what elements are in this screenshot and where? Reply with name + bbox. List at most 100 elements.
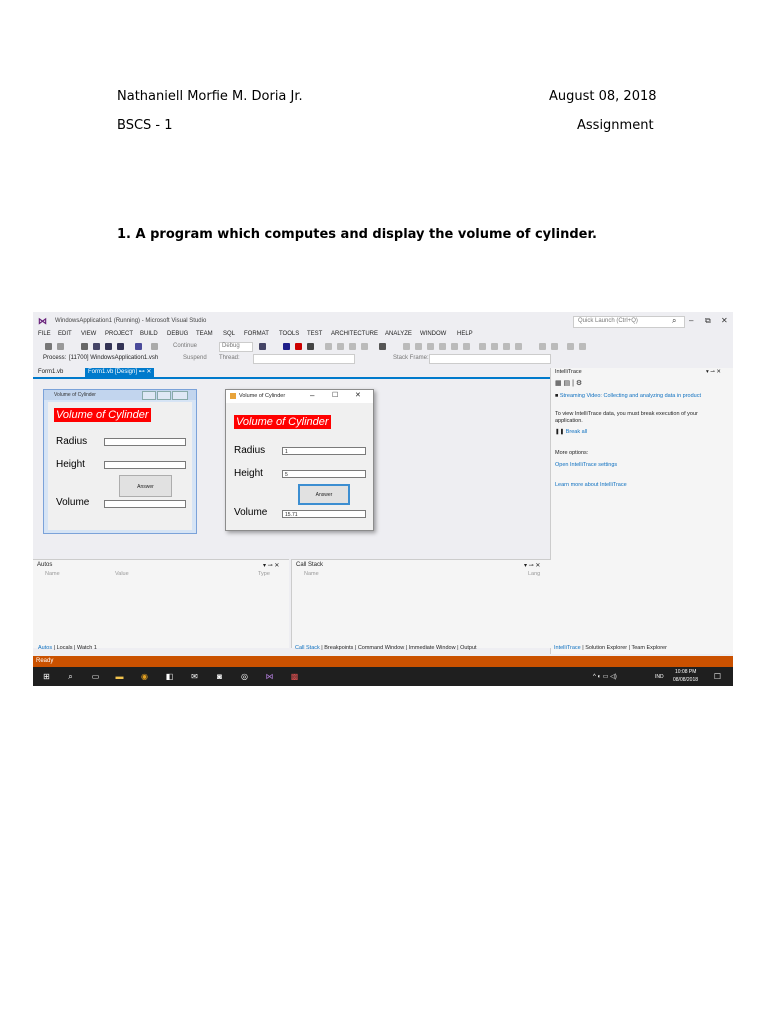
- callstack-pin-icon[interactable]: ▾ ⊸ ✕: [524, 562, 540, 569]
- camera-icon[interactable]: ◙: [215, 672, 224, 681]
- store-icon[interactable]: ◧: [165, 672, 174, 681]
- minimize-icon[interactable]: –: [310, 391, 314, 400]
- thread-select[interactable]: [253, 354, 355, 364]
- spacing-equal-icon[interactable]: [551, 343, 558, 350]
- vspacing-icon[interactable]: [567, 343, 574, 350]
- menu-format[interactable]: FORMAT: [244, 331, 269, 337]
- same-width-icon[interactable]: [479, 343, 486, 350]
- restore-icon[interactable]: ⧉: [705, 316, 711, 326]
- menu-build[interactable]: BUILD: [140, 331, 158, 337]
- language-indicator[interactable]: IND: [655, 674, 664, 680]
- design-volume-input[interactable]: [104, 500, 186, 508]
- stack-frame-select[interactable]: [429, 354, 551, 364]
- run-radius-input[interactable]: 1: [282, 447, 366, 455]
- suspend-button[interactable]: Suspend: [183, 355, 207, 361]
- menu-file[interactable]: FILE: [38, 331, 51, 337]
- menu-test[interactable]: TEST: [307, 331, 322, 337]
- design-radius-input[interactable]: [104, 438, 186, 446]
- tab-locals[interactable]: Locals: [57, 645, 73, 651]
- break-all-link[interactable]: ❚❚ Break all: [555, 429, 587, 435]
- menu-edit[interactable]: EDIT: [58, 331, 72, 337]
- learn-more-link[interactable]: Learn more about IntelliTrace: [555, 482, 627, 488]
- step-over-icon[interactable]: [349, 343, 356, 350]
- app-icon[interactable]: ▩: [290, 672, 299, 681]
- step-into-icon[interactable]: [337, 343, 344, 350]
- visual-studio-icon[interactable]: ⋈: [265, 672, 274, 681]
- tab-form1-design[interactable]: Form1.vb [Design] ⊷ ✕: [85, 368, 155, 377]
- tab-solution-explorer[interactable]: Solution Explorer: [585, 645, 627, 651]
- tab-watch[interactable]: Watch 1: [77, 645, 97, 651]
- tab-call-stack[interactable]: Call Stack: [295, 645, 320, 651]
- tools-icon[interactable]: [379, 343, 386, 350]
- step-out-icon[interactable]: [361, 343, 368, 350]
- panel-pin-icon[interactable]: ▾ ⊸ ✕: [706, 369, 721, 375]
- redo-icon[interactable]: [151, 343, 158, 350]
- size-grid-icon[interactable]: [515, 343, 522, 350]
- config-select[interactable]: Debug: [219, 342, 253, 352]
- vspacing-equal-icon[interactable]: [579, 343, 586, 350]
- restart-icon[interactable]: [307, 343, 314, 350]
- forward-icon[interactable]: [57, 343, 64, 350]
- tab-intellitrace[interactable]: IntelliTrace: [554, 645, 581, 651]
- tab-team-explorer[interactable]: Team Explorer: [631, 645, 666, 651]
- design-height-input[interactable]: [104, 461, 186, 469]
- autos-pin-icon[interactable]: ▾ ⊸ ✕: [263, 562, 279, 569]
- align-top-icon[interactable]: [439, 343, 446, 350]
- stop-icon[interactable]: [295, 343, 302, 350]
- menu-team[interactable]: TEAM: [196, 331, 213, 337]
- tab-breakpoints[interactable]: Breakpoints: [324, 645, 353, 651]
- break-all-icon[interactable]: [283, 343, 290, 350]
- align-icon[interactable]: [403, 343, 410, 350]
- menu-architecture[interactable]: ARCHITECTURE: [331, 331, 378, 337]
- task-view-icon[interactable]: ▭: [91, 672, 100, 681]
- close-icon[interactable]: ✕: [355, 391, 361, 399]
- search-icon[interactable]: ⌕: [66, 672, 75, 681]
- spacing-icon[interactable]: [539, 343, 546, 350]
- tab-immediate-window[interactable]: Immediate Window: [409, 645, 456, 651]
- menu-debug[interactable]: DEBUG: [167, 331, 188, 337]
- minimize-icon[interactable]: –: [689, 316, 693, 325]
- align-right-icon[interactable]: [427, 343, 434, 350]
- align-middle-icon[interactable]: [451, 343, 458, 350]
- undo-icon[interactable]: [135, 343, 142, 350]
- close-icon[interactable]: ✕: [721, 316, 728, 325]
- design-form[interactable]: Volume of Cylinder Volume of Cylinder Ra…: [43, 389, 197, 534]
- align-center-icon[interactable]: [415, 343, 422, 350]
- new-project-icon[interactable]: [81, 343, 88, 350]
- chrome-icon[interactable]: ◉: [140, 672, 149, 681]
- file-explorer-icon[interactable]: ▬: [115, 672, 124, 681]
- intellitrace-toolbar-icons[interactable]: ▦ ▤ | ⚙: [555, 379, 582, 387]
- menu-help[interactable]: HELP: [457, 331, 473, 337]
- open-file-icon[interactable]: [93, 343, 100, 350]
- open-settings-link[interactable]: Open IntelliTrace settings: [555, 462, 617, 468]
- step-icon[interactable]: [325, 343, 332, 350]
- start-icon[interactable]: ⊞: [42, 672, 51, 681]
- tab-form1-code[interactable]: Form1.vb: [35, 368, 66, 377]
- menu-tools[interactable]: TOOLS: [279, 331, 299, 337]
- process-select[interactable]: [11700] WindowsApplication1.vsh: [69, 355, 158, 361]
- align-bottom-icon[interactable]: [463, 343, 470, 350]
- save-all-icon[interactable]: [117, 343, 124, 350]
- search-icon[interactable]: ⌕: [672, 316, 676, 326]
- design-answer-button[interactable]: Answer: [119, 475, 172, 497]
- menu-project[interactable]: PROJECT: [105, 331, 133, 337]
- menu-analyze[interactable]: ANALYZE: [385, 331, 412, 337]
- streaming-video-link[interactable]: ■ Streaming Video: Collecting and analyz…: [555, 393, 701, 399]
- clock-time[interactable]: 10:08 PM: [675, 669, 696, 675]
- quick-launch-input[interactable]: Quick Launch (Ctrl+Q): [573, 316, 685, 328]
- back-icon[interactable]: [45, 343, 52, 350]
- maximize-icon[interactable]: ☐: [332, 391, 338, 399]
- tab-autos[interactable]: Autos: [38, 645, 52, 651]
- clock-date[interactable]: 08/08/2018: [673, 677, 698, 683]
- continue-button[interactable]: Continue: [173, 343, 197, 349]
- tray-icons[interactable]: ^ ◐ ▭ ◁): [593, 673, 617, 680]
- same-size-icon[interactable]: [503, 343, 510, 350]
- notification-icon[interactable]: ☐: [713, 672, 722, 681]
- attach-icon[interactable]: [259, 343, 266, 350]
- same-height-icon[interactable]: [491, 343, 498, 350]
- menu-window[interactable]: WINDOW: [420, 331, 446, 337]
- mail-icon[interactable]: ✉: [190, 672, 199, 681]
- save-icon[interactable]: [105, 343, 112, 350]
- tab-command-window[interactable]: Command Window: [358, 645, 404, 651]
- menu-sql[interactable]: SQL: [223, 331, 235, 337]
